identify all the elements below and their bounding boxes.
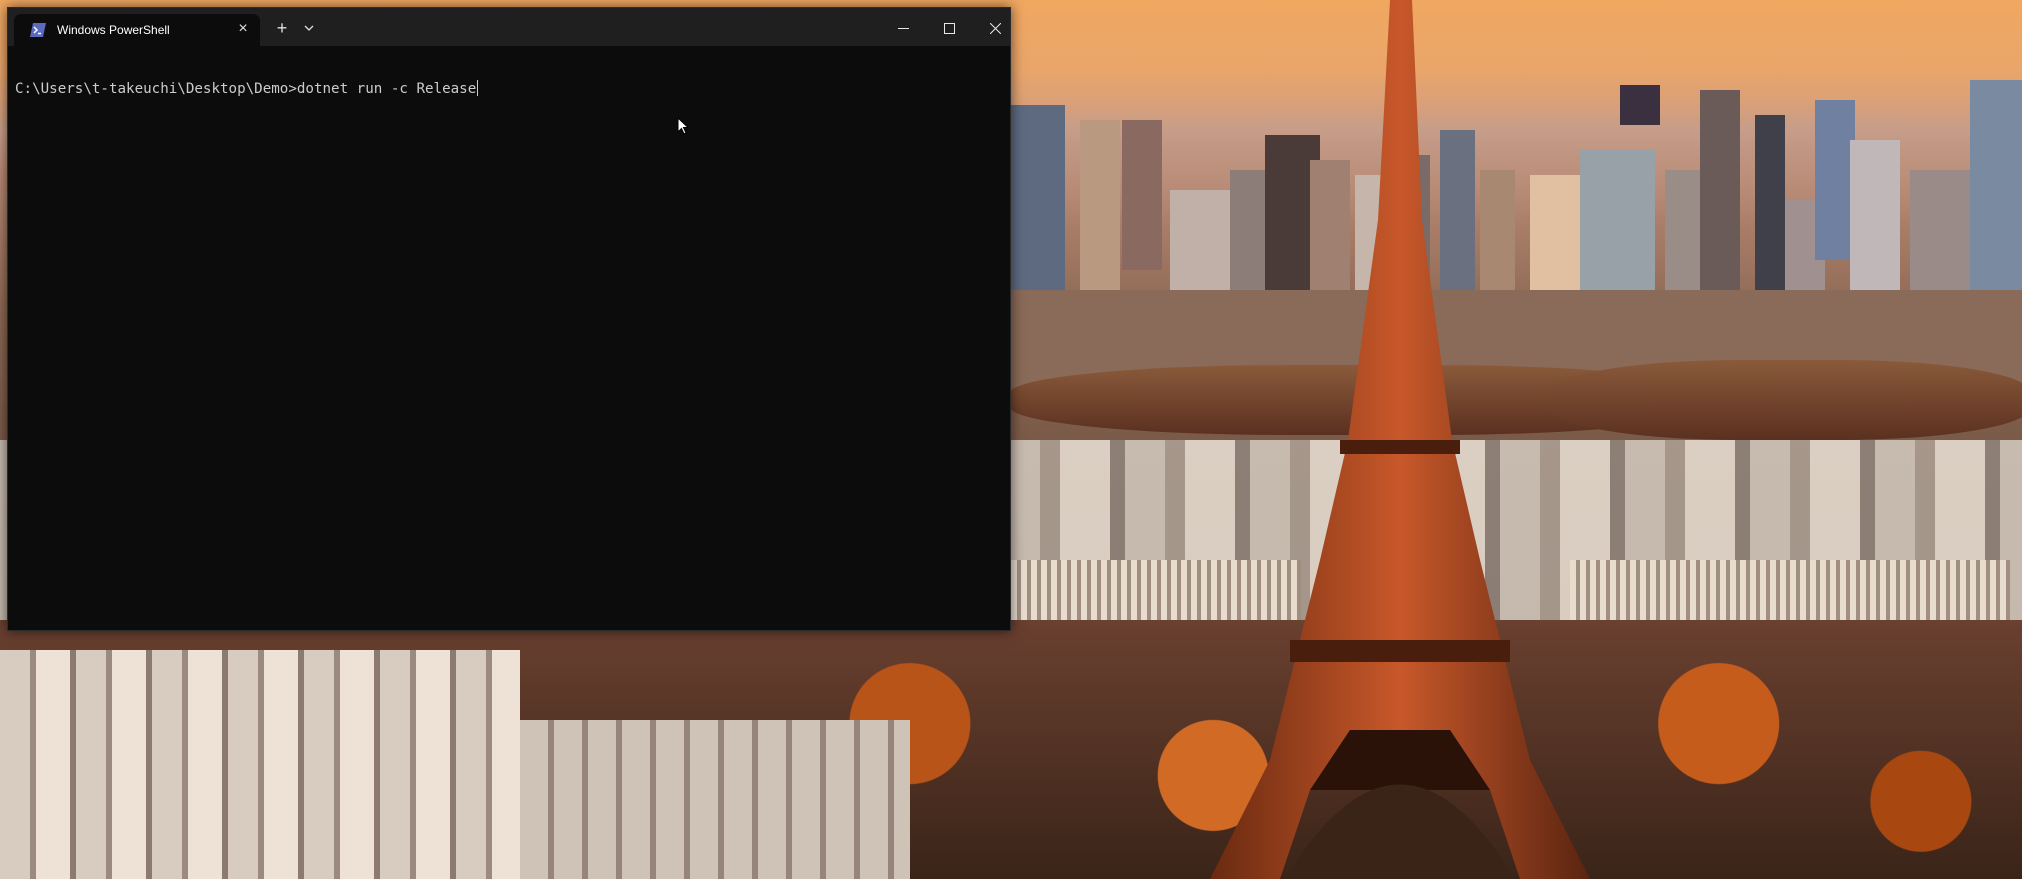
powershell-icon — [30, 23, 46, 37]
command-text: dotnet run -c Release — [296, 81, 477, 97]
tab-windows-powershell[interactable]: Windows PowerShell × — [14, 14, 260, 46]
foreground-buildings — [520, 720, 910, 879]
title-bar[interactable]: Windows PowerShell × + — [8, 8, 1010, 46]
plus-icon: + — [276, 18, 288, 38]
close-icon: × — [238, 20, 248, 37]
console-area[interactable]: C:\Users\t-takeuchi\Desktop\Demo>dotnet … — [8, 46, 1010, 630]
close-tab-button[interactable]: × — [234, 19, 252, 39]
text-cursor — [477, 80, 479, 96]
trees — [1550, 360, 2022, 440]
minimize-icon — [897, 27, 909, 29]
close-window-button[interactable] — [972, 8, 1018, 46]
maximize-icon — [943, 22, 955, 34]
mouse-pointer-icon — [677, 117, 690, 135]
tab-title: Windows PowerShell — [57, 23, 170, 37]
prompt-path: C:\Users\t-takeuchi\Desktop\Demo> — [15, 81, 297, 97]
command-line[interactable]: C:\Users\t-takeuchi\Desktop\Demo>dotnet … — [15, 80, 479, 97]
eiffel-tower — [1210, 0, 1590, 879]
close-icon — [989, 22, 1001, 35]
minimize-button[interactable] — [880, 8, 926, 46]
maximize-button[interactable] — [926, 8, 972, 46]
foreground-buildings — [0, 650, 520, 879]
terminal-window[interactable]: Windows PowerShell × + C:\Users\t-takeuc… — [7, 7, 1011, 631]
chevron-down-icon[interactable] — [301, 20, 317, 36]
new-tab-button[interactable]: + — [272, 18, 292, 38]
